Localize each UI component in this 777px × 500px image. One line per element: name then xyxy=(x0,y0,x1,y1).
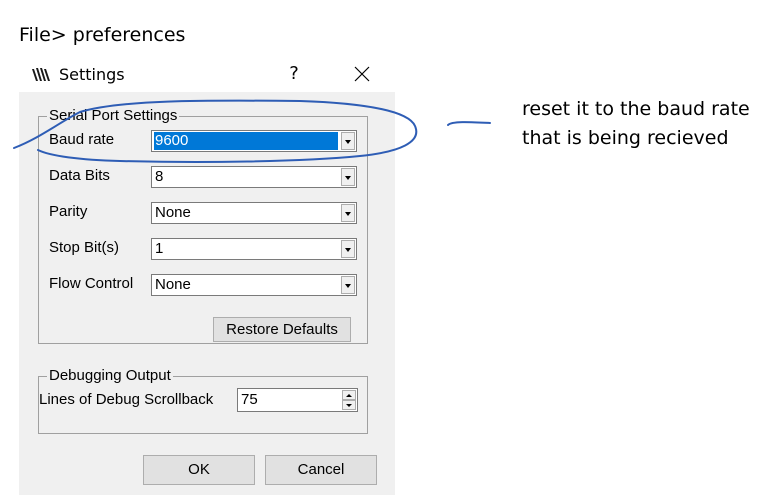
dialog-title: Settings xyxy=(59,65,125,84)
title-bar: Settings ? xyxy=(19,58,395,92)
app-logo-icon xyxy=(32,68,50,81)
stop-bits-label: Stop Bit(s) xyxy=(49,239,120,256)
restore-defaults-button[interactable]: Restore Defaults xyxy=(213,317,351,342)
chevron-down-icon[interactable] xyxy=(341,204,355,222)
flow-control-value: None xyxy=(155,276,191,293)
close-icon[interactable] xyxy=(349,62,375,86)
help-button[interactable]: ? xyxy=(284,62,304,86)
parity-value: None xyxy=(155,204,191,221)
serial-port-legend: Serial Port Settings xyxy=(47,107,180,125)
annotation-line-1: reset it to the baud rate xyxy=(522,98,750,120)
baud-rate-value: 9600 xyxy=(154,132,338,150)
caption-text: File> preferences xyxy=(19,24,186,46)
flow-control-label: Flow Control xyxy=(49,275,134,292)
debug-scrollback-label: Lines of Debug Scrollback xyxy=(39,391,214,408)
cancel-button[interactable]: Cancel xyxy=(265,455,377,485)
baud-rate-label: Baud rate xyxy=(49,131,115,148)
flow-control-select[interactable]: None xyxy=(151,274,357,296)
spin-down-icon[interactable] xyxy=(342,400,356,410)
data-bits-value: 8 xyxy=(155,168,164,185)
chevron-down-icon[interactable] xyxy=(341,240,355,258)
baud-rate-select[interactable]: 9600 xyxy=(151,130,357,152)
dialog-body: Serial Port Settings Baud rate 9600 Data… xyxy=(19,92,395,495)
data-bits-label: Data Bits xyxy=(49,167,110,184)
debug-scrollback-value: 75 xyxy=(241,391,258,408)
debug-scrollback-spinbox[interactable]: 75 xyxy=(237,388,358,412)
spin-buttons xyxy=(342,390,356,410)
ok-button[interactable]: OK xyxy=(143,455,255,485)
annotation-line-2: that is being recieved xyxy=(522,127,729,149)
parity-select[interactable]: None xyxy=(151,202,357,224)
chevron-down-icon[interactable] xyxy=(341,168,355,186)
chevron-down-icon[interactable] xyxy=(341,132,355,150)
settings-dialog: Settings ? Serial Port Settings Baud rat… xyxy=(19,58,395,495)
connector-stroke xyxy=(447,121,491,126)
parity-label: Parity xyxy=(49,203,88,220)
spin-up-icon[interactable] xyxy=(342,390,356,400)
debug-output-legend: Debugging Output xyxy=(47,367,173,385)
debug-output-group: Debugging Output Lines of Debug Scrollba… xyxy=(38,367,368,434)
annotation-note: reset it to the baud rate that is being … xyxy=(522,95,772,153)
chevron-down-icon[interactable] xyxy=(341,276,355,294)
serial-port-group: Serial Port Settings Baud rate 9600 Data… xyxy=(38,107,368,344)
stop-bits-select[interactable]: 1 xyxy=(151,238,357,260)
data-bits-select[interactable]: 8 xyxy=(151,166,357,188)
stop-bits-value: 1 xyxy=(155,240,164,257)
